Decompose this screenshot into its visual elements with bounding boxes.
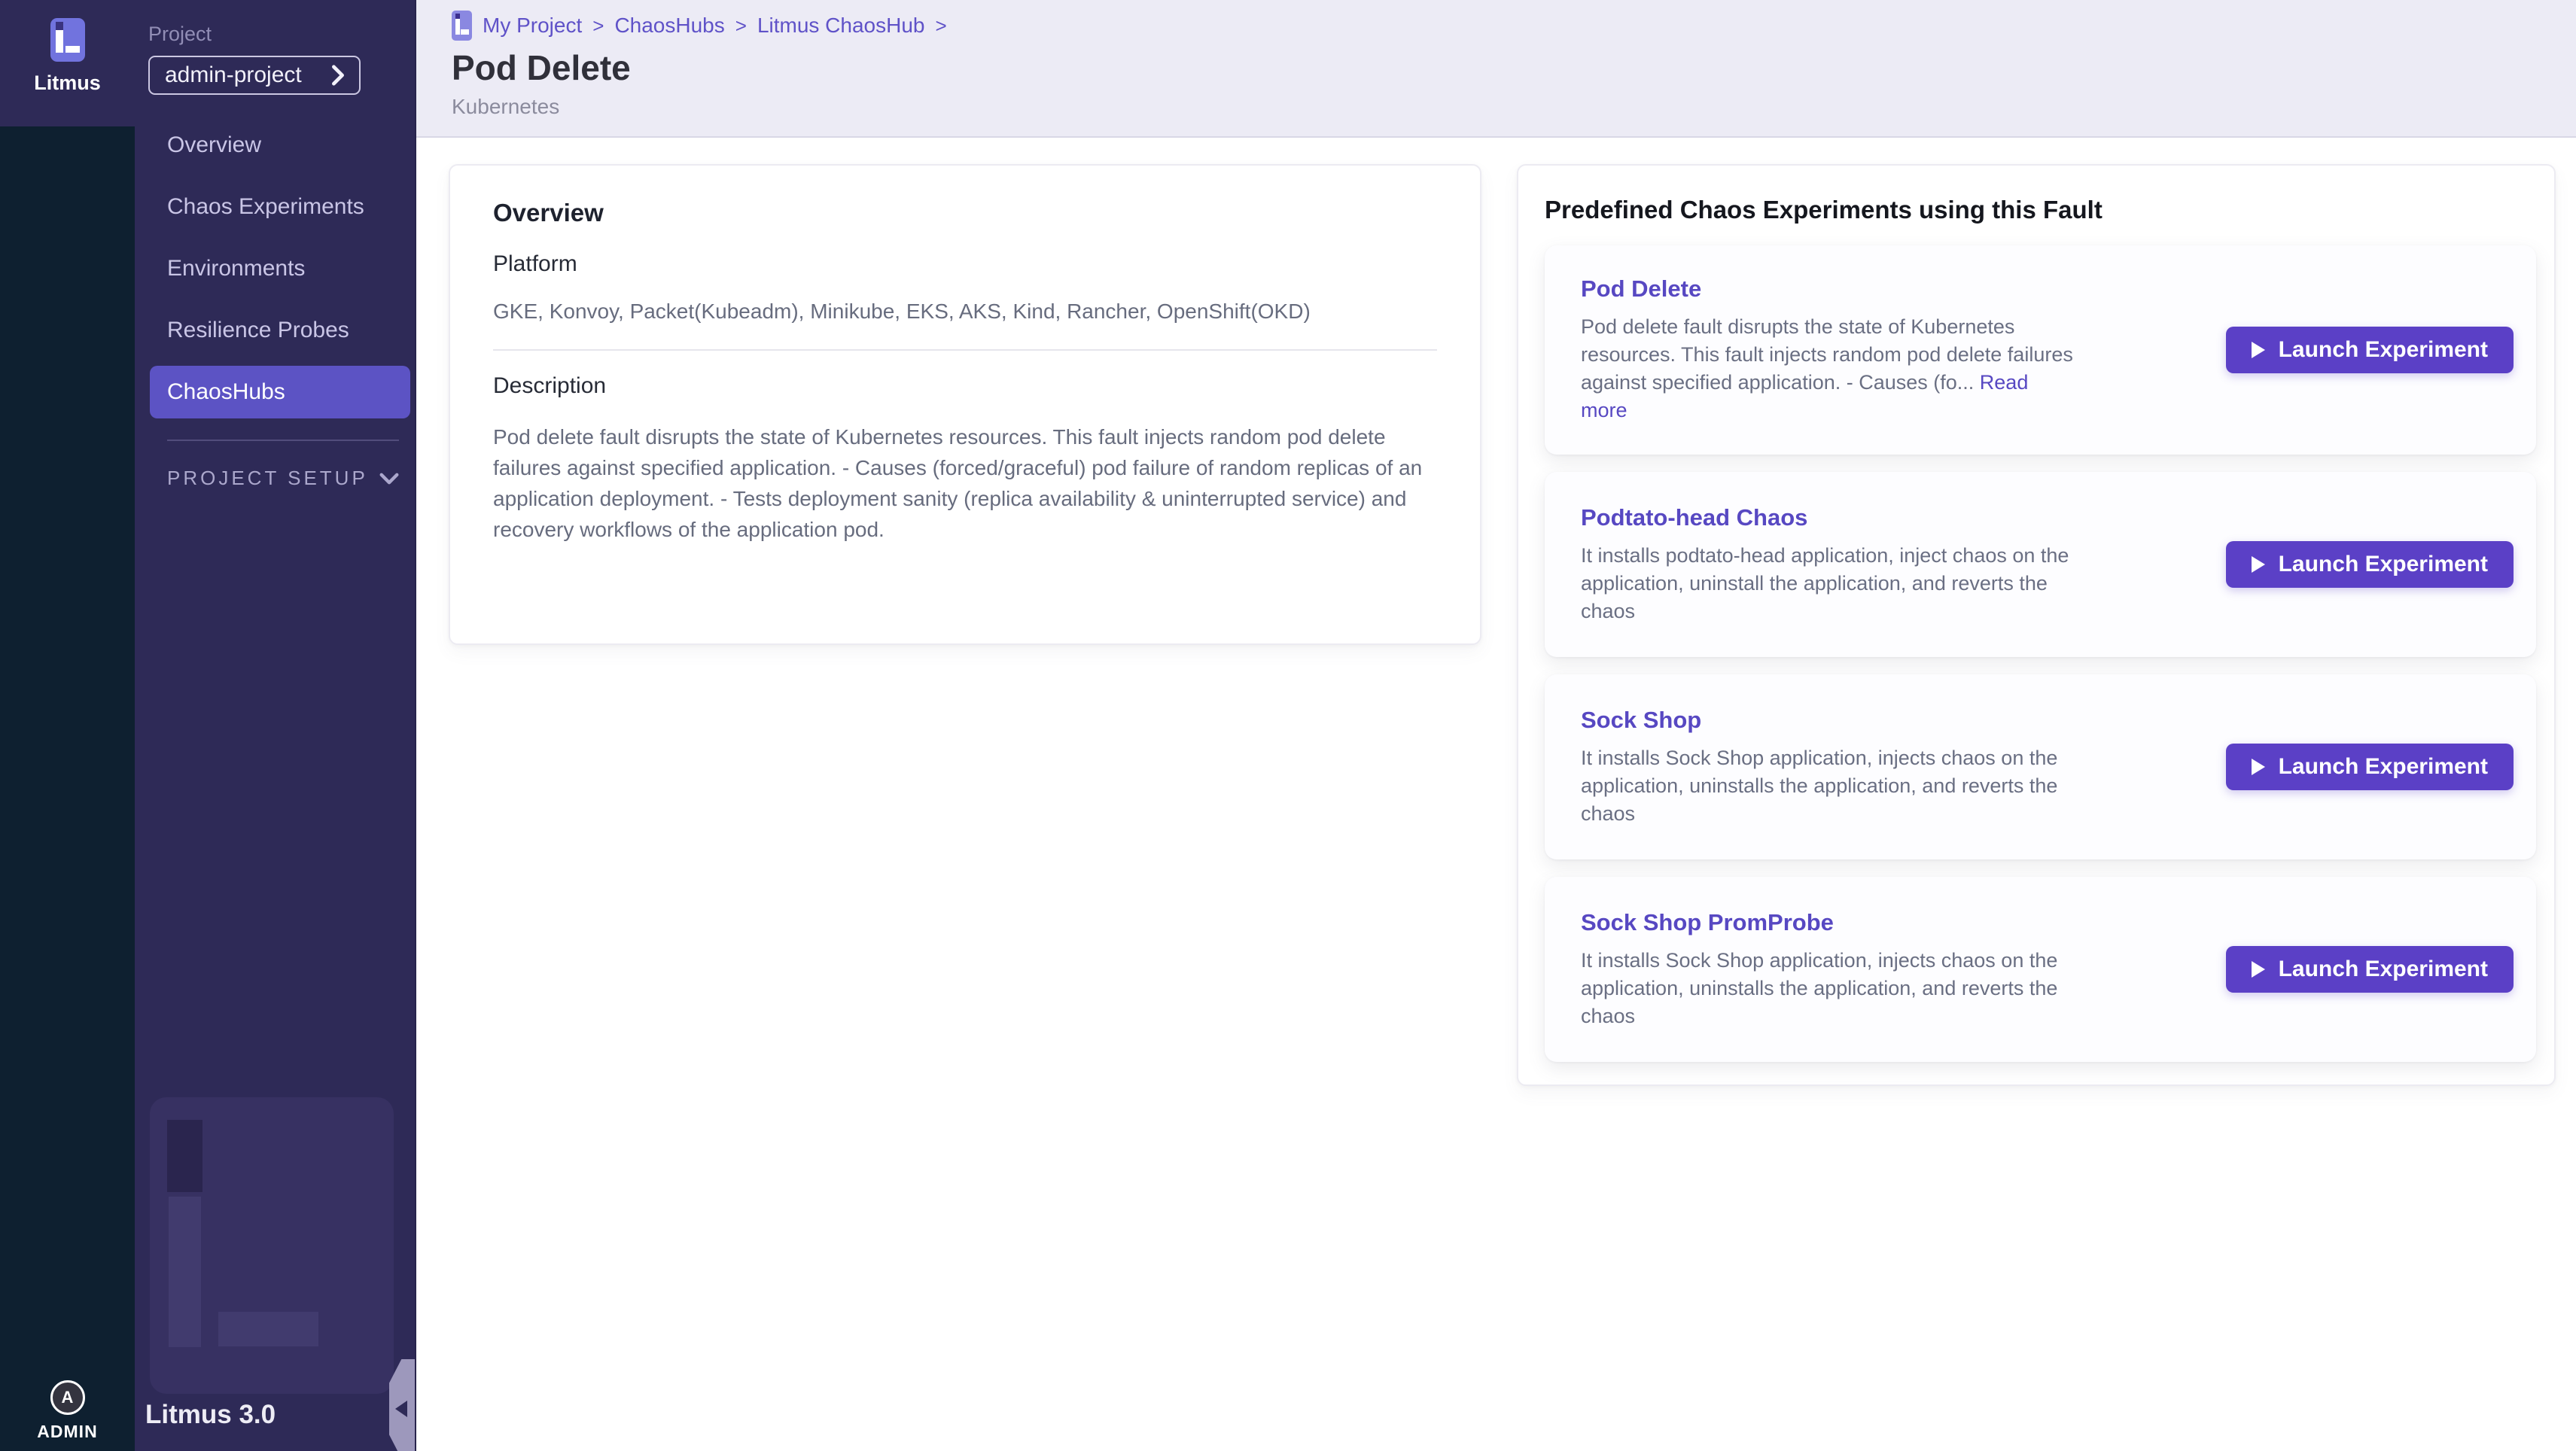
play-icon [2252,759,2265,775]
sidebar-item-overview[interactable]: Overview [150,119,410,172]
chevron-right-icon [330,65,346,86]
platform-label: Platform [493,251,1437,277]
launch-button-label: Launch Experiment [2279,337,2488,363]
breadcrumb-chaoshubs[interactable]: ChaosHubs [614,14,724,38]
chevron-left-icon [395,1401,407,1417]
user-block: A ADMIN [0,1380,135,1451]
experiment-card-podtato-head: Podtato-head Chaos It installs podtato-h… [1545,472,2536,657]
litmus-watermark-logo [150,1097,394,1394]
experiment-description: It installs Sock Shop application, injec… [1581,947,2078,1030]
project-selector-value: admin-project [165,62,302,88]
sidebar-nav: Overview Chaos Experiments Environments … [135,119,416,418]
breadcrumb-litmus-chaoshub[interactable]: Litmus ChaosHub [757,14,925,38]
project-block: Project admin-project [135,0,416,95]
card-text: Pod Delete Pod delete fault disrupts the… [1581,275,2108,424]
sidebar-item-environments[interactable]: Environments [150,242,410,295]
sidebar-item-resilience-probes[interactable]: Resilience Probes [150,304,410,357]
logo-vertical-bar [455,19,460,35]
breadcrumb-separator: > [936,14,947,38]
experiments-panel: Predefined Chaos Experiments using this … [1517,164,2556,1086]
project-selector[interactable]: admin-project [148,56,361,95]
litmus-logo-icon [50,18,85,62]
play-icon [2252,342,2265,358]
project-label: Project [148,23,416,46]
launch-button-label: Launch Experiment [2279,754,2488,780]
overview-panel: Overview Platform GKE, Konvoy, Packet(Ku… [449,164,1481,645]
experiment-card-sock-shop-promprobe: Sock Shop PromProbe It installs Sock Sho… [1545,877,2536,1062]
launch-experiment-button[interactable]: Launch Experiment [2226,946,2514,993]
version-label: Litmus 3.0 [145,1400,276,1430]
breadcrumb-separator: > [592,14,604,38]
breadcrumb-my-project[interactable]: My Project [483,14,582,38]
breadcrumb: My Project > ChaosHubs > Litmus ChaosHub… [452,11,2576,41]
experiment-description: It installs Sock Shop application, injec… [1581,744,2078,828]
logo-horizontal-bar [461,29,469,34]
page-header: My Project > ChaosHubs > Litmus ChaosHub… [416,0,2576,138]
breadcrumb-separator: > [735,14,747,38]
admin-label: ADMIN [37,1422,97,1442]
experiment-title-link[interactable]: Podtato-head Chaos [1581,504,2108,531]
launch-experiment-button[interactable]: Launch Experiment [2226,744,2514,790]
launch-button-label: Launch Experiment [2279,552,2488,577]
avatar[interactable]: A [50,1380,85,1415]
description-label: Description [493,373,1437,399]
launch-button-label: Launch Experiment [2279,957,2488,982]
experiment-description: Pod delete fault disrupts the state of K… [1581,313,2078,424]
experiment-card-pod-delete: Pod Delete Pod delete fault disrupts the… [1545,245,2536,455]
logo-horizontal-bar [65,46,79,53]
watermark-vertical-bar [169,1197,201,1347]
content: Overview Platform GKE, Konvoy, Packet(Ku… [416,138,2576,1451]
brand-block: Litmus [0,0,135,126]
sidebar: Project admin-project Overview Chaos Exp… [135,0,416,1451]
experiment-cards: Pod Delete Pod delete fault disrupts the… [1545,245,2536,1062]
card-text: Sock Shop It installs Sock Shop applicat… [1581,707,2108,828]
icon-rail: Litmus A ADMIN [0,0,135,1451]
fault-description: Pod delete fault disrupts the state of K… [493,421,1437,545]
main-area: My Project > ChaosHubs > Litmus ChaosHub… [416,0,2576,1451]
page-subtitle: Kubernetes [452,95,2576,119]
watermark-horizontal-bar [218,1312,318,1346]
sidebar-divider [167,440,399,441]
card-text: Sock Shop PromProbe It installs Sock Sho… [1581,909,2108,1030]
experiment-title-link[interactable]: Sock Shop PromProbe [1581,909,2108,936]
logo-vertical-bar [56,30,63,53]
brand-name: Litmus [34,71,101,95]
play-icon [2252,961,2265,978]
launch-experiment-button[interactable]: Launch Experiment [2226,327,2514,373]
platform-value: GKE, Konvoy, Packet(Kubeadm), Minikube, … [493,300,1437,324]
rail-spacer [0,126,135,1380]
launch-experiment-button[interactable]: Launch Experiment [2226,541,2514,588]
play-icon [2252,556,2265,573]
app-window: Litmus A ADMIN Project admin-project Ove… [0,0,2576,1451]
sidebar-item-chaos-experiments[interactable]: Chaos Experiments [150,181,410,233]
project-setup-toggle[interactable]: PROJECT SETUP [167,467,399,490]
watermark-notch [167,1120,202,1192]
overview-divider [493,349,1437,351]
experiments-heading: Predefined Chaos Experiments using this … [1545,196,2536,224]
breadcrumb-litmus-icon [452,11,472,41]
sidebar-item-chaoshubs[interactable]: ChaosHubs [150,366,410,418]
project-setup-label: PROJECT SETUP [167,467,368,490]
experiment-description: It installs podtato-head application, in… [1581,542,2078,625]
experiment-title-link[interactable]: Sock Shop [1581,707,2108,734]
experiment-card-sock-shop: Sock Shop It installs Sock Shop applicat… [1545,674,2536,859]
experiment-title-link[interactable]: Pod Delete [1581,275,2108,303]
chevron-down-icon [379,472,399,485]
page-title: Pod Delete [452,47,2576,89]
card-text: Podtato-head Chaos It installs podtato-h… [1581,504,2108,625]
overview-heading: Overview [493,199,1437,227]
